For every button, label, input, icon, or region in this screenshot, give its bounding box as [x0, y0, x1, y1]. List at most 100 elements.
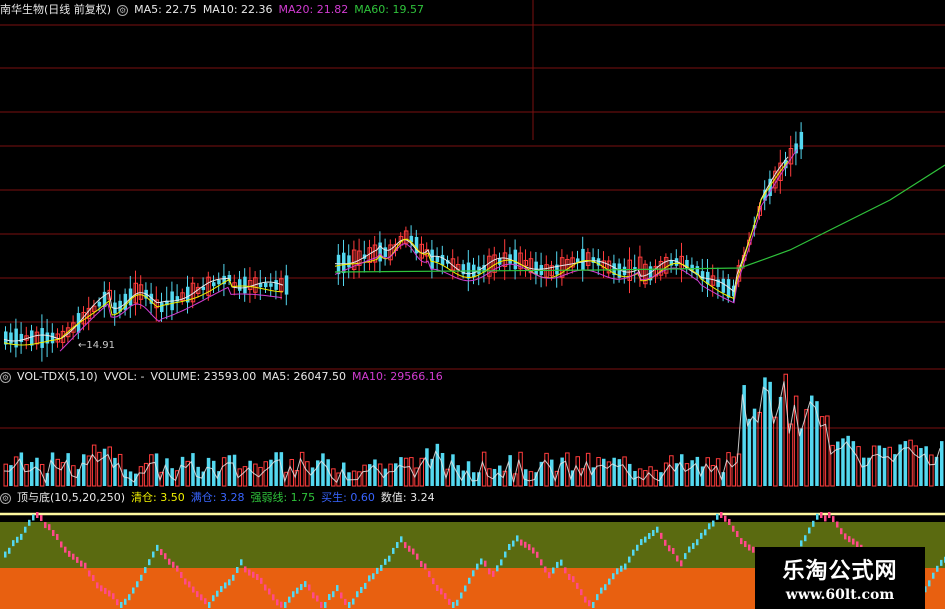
volume-bar	[908, 439, 913, 487]
volume-header: ⚙ VOL-TDX(5,10) VVOL: - VOLUME: 23593.00…	[0, 368, 449, 386]
indicator-step	[524, 541, 527, 548]
indicator-step	[52, 529, 55, 536]
indicator-step	[36, 512, 39, 518]
ma60-label: MA60: 19.57	[354, 3, 424, 16]
ma20-label: MA20: 21.82	[278, 3, 349, 16]
settings-icon[interactable]: ⚙	[0, 492, 11, 504]
indicator-step	[64, 546, 67, 553]
volume-bar	[263, 461, 268, 487]
indicator-step	[644, 536, 647, 543]
volume-bar	[82, 454, 86, 486]
indicator-step	[388, 555, 391, 562]
indicator-step	[700, 532, 703, 539]
volume-bar	[305, 461, 310, 487]
volume-bar	[871, 445, 877, 487]
indicator-step	[652, 530, 655, 537]
indicator-step	[412, 548, 415, 555]
indicator-step	[552, 567, 555, 574]
indicator-step	[108, 590, 111, 597]
price-chart-pane[interactable]: 南华生物(日线 前复权) ⚙ MA5: 22.75 MA10: 22.36 MA…	[0, 0, 945, 366]
indicator-step	[20, 533, 23, 540]
indicator-step	[188, 581, 191, 588]
indicator-step	[660, 532, 663, 539]
indicator-step	[100, 585, 103, 592]
indicator-step	[244, 566, 247, 573]
candle	[430, 249, 434, 269]
indicator-step	[24, 526, 27, 533]
indicator-step	[740, 538, 743, 545]
ruoqiang-label: 强弱线: 1.75	[250, 491, 316, 504]
indicator-step	[16, 536, 19, 543]
volume-bar	[690, 460, 694, 486]
indicator-step	[340, 592, 343, 599]
indicator-step	[808, 527, 811, 534]
watermark-title: 乐淘公式网	[782, 558, 898, 584]
volume-bar	[97, 451, 102, 487]
indicator-step	[852, 538, 855, 545]
settings-icon[interactable]: ⚙	[117, 4, 129, 16]
indicator-step	[560, 559, 563, 566]
candle	[30, 330, 34, 346]
indicator-step	[196, 591, 199, 598]
indicator-step	[88, 570, 91, 577]
indicator-step	[928, 580, 931, 587]
volume-bar	[799, 428, 804, 486]
indicator-step	[664, 539, 667, 546]
indicator-step	[448, 598, 451, 605]
candle	[799, 131, 804, 150]
candle	[383, 247, 388, 257]
price-low-label: ←14.91	[78, 340, 116, 351]
volume-bar	[342, 462, 346, 486]
ma10-label: MA10: 22.36	[202, 3, 273, 16]
volume-bar	[102, 448, 107, 486]
candle	[284, 275, 289, 295]
volume-bar	[347, 472, 351, 486]
volume-bar	[924, 446, 928, 486]
indicator-step	[132, 587, 135, 594]
indicator-step	[60, 541, 63, 548]
volume-bar	[149, 454, 154, 487]
mancang-label: 满仓: 3.28	[190, 491, 245, 504]
indicator-step	[192, 586, 195, 593]
indicator-step	[640, 539, 643, 546]
volume-bar	[403, 457, 409, 487]
indicator-step	[224, 582, 227, 589]
indicator-step	[168, 558, 171, 565]
indicator-step	[164, 553, 167, 560]
volume-bar	[763, 377, 767, 486]
indicator-step	[212, 595, 215, 602]
volume-bar	[913, 445, 918, 487]
volume-bar	[221, 457, 227, 487]
volume-bar	[663, 462, 669, 487]
indicator-step	[544, 566, 547, 573]
indicator-step	[276, 599, 279, 606]
volume-bar	[929, 454, 934, 487]
indicator-step	[564, 567, 567, 574]
indicator-step	[272, 594, 275, 601]
price-candles	[0, 0, 945, 362]
settings-icon[interactable]: ⚙	[0, 371, 11, 383]
volume-bar	[528, 471, 534, 487]
volume-bar	[565, 452, 570, 487]
indicator-step	[504, 551, 507, 558]
indicator-step	[288, 596, 291, 603]
candle	[534, 261, 538, 275]
indicator-step	[832, 516, 835, 523]
candle	[243, 276, 247, 294]
indicator-step	[204, 598, 207, 605]
volume-label: VOLUME: 23593.00	[150, 370, 257, 383]
volume-bar	[274, 452, 278, 486]
indicator-step	[836, 521, 839, 528]
maisheng-label: 买生: 0.60	[321, 491, 375, 504]
volume-bar	[55, 458, 60, 487]
indicator-step	[488, 568, 491, 575]
indicator-step	[116, 599, 119, 606]
candle	[160, 302, 164, 313]
indicator-step	[104, 587, 107, 594]
volume-bar	[310, 467, 315, 486]
indicator-step	[692, 542, 695, 549]
indicator-step	[268, 588, 271, 595]
indicator-step	[568, 573, 571, 580]
indicator-step	[528, 544, 531, 551]
volume-pane[interactable]: ⚙ VOL-TDX(5,10) VVOL: - VOLUME: 23593.00…	[0, 368, 945, 488]
